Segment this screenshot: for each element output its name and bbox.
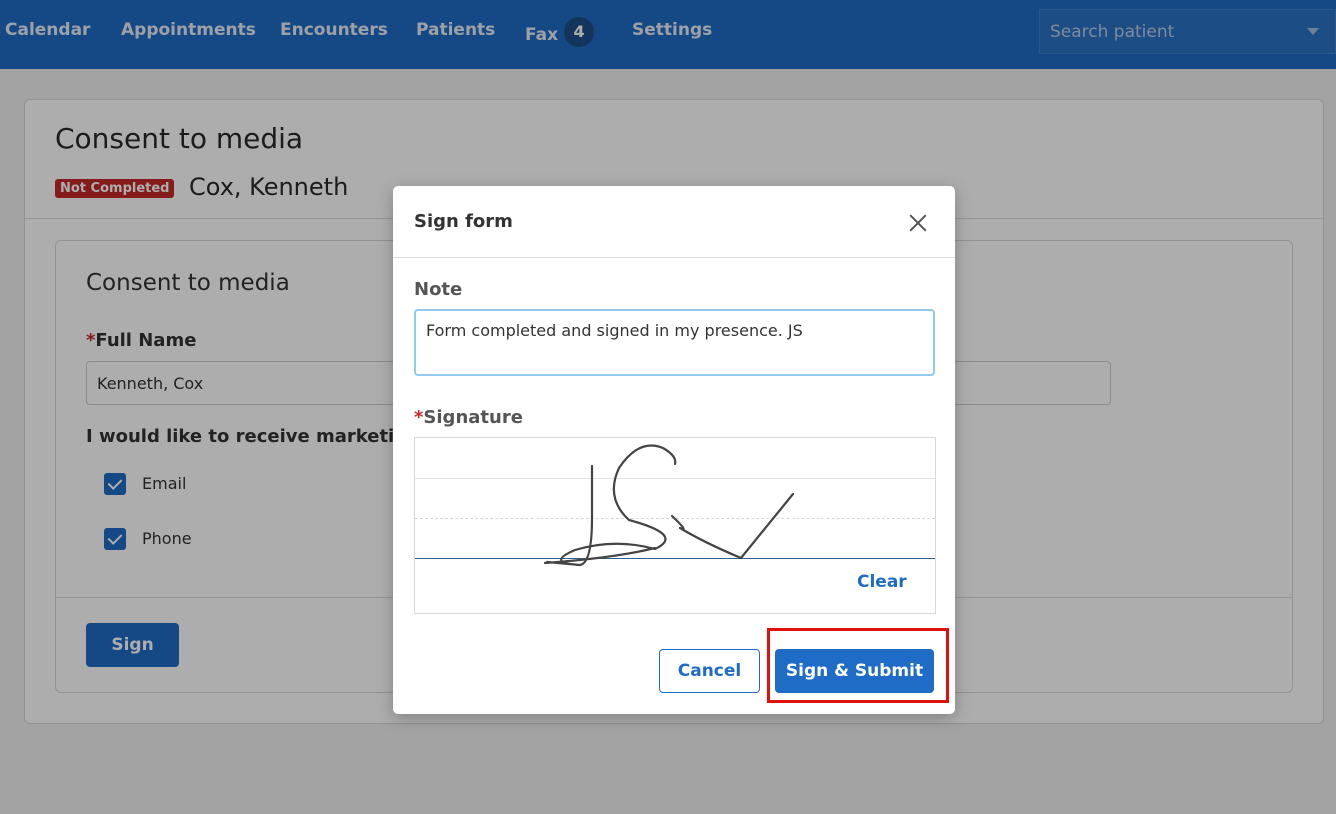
required-asterisk: * <box>414 407 424 428</box>
sign-and-submit-button[interactable]: Sign & Submit <box>775 649 934 693</box>
close-icon[interactable] <box>903 208 933 238</box>
signature-label: *Signature <box>414 407 523 428</box>
note-label: Note <box>414 279 463 300</box>
note-textarea[interactable]: Form completed and signed in my presence… <box>414 309 935 376</box>
cancel-button[interactable]: Cancel <box>659 649 760 693</box>
modal-title: Sign form <box>414 211 513 232</box>
signature-label-text: Signature <box>423 407 523 428</box>
signature-stroke <box>543 444 795 567</box>
signature-drawing <box>543 444 795 567</box>
modal-header-divider <box>393 257 955 258</box>
clear-signature-button[interactable]: Clear <box>857 572 907 592</box>
signature-pad[interactable]: Clear <box>414 437 936 614</box>
sign-form-modal: Sign form Note Form completed and signed… <box>393 186 955 714</box>
